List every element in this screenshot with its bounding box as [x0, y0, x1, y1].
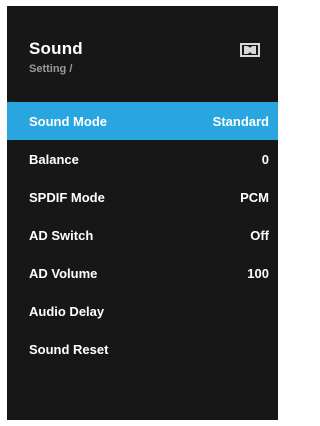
- menu-item-ad-volume[interactable]: AD Volume 100: [7, 254, 278, 292]
- sound-menu: Sound Mode Standard Balance 0 SPDIF Mode…: [7, 102, 278, 368]
- menu-item-spdif-mode[interactable]: SPDIF Mode PCM: [7, 178, 278, 216]
- menu-item-value: PCM: [240, 189, 269, 205]
- menu-item-label: Sound Mode: [29, 113, 107, 129]
- menu-item-ad-switch[interactable]: AD Switch Off: [7, 216, 278, 254]
- menu-item-sound-reset[interactable]: Sound Reset: [7, 330, 278, 368]
- menu-item-value: Standard: [212, 113, 269, 129]
- breadcrumb: Setting /: [29, 63, 73, 75]
- sound-settings-panel: Sound Setting / Sound Mode Standard Bala…: [7, 6, 278, 420]
- dolby-logo-icon: [240, 43, 260, 57]
- page-title: Sound: [29, 39, 83, 58]
- menu-item-label: Audio Delay: [29, 303, 105, 319]
- menu-item-label: AD Switch: [29, 227, 94, 243]
- menu-item-value: 100: [247, 265, 269, 281]
- menu-item-value: Off: [250, 227, 269, 243]
- menu-item-label: Sound Reset: [29, 341, 109, 357]
- menu-item-audio-delay[interactable]: Audio Delay: [7, 292, 278, 330]
- screen-frame: Sound Setting / Sound Mode Standard Bala…: [0, 0, 284, 426]
- menu-item-label: Balance: [29, 151, 79, 167]
- menu-item-label: SPDIF Mode: [29, 189, 105, 205]
- menu-item-sound-mode[interactable]: Sound Mode Standard: [7, 102, 278, 140]
- menu-item-value: 0: [261, 151, 269, 167]
- menu-item-label: AD Volume: [29, 265, 98, 281]
- menu-item-balance[interactable]: Balance 0: [7, 140, 278, 178]
